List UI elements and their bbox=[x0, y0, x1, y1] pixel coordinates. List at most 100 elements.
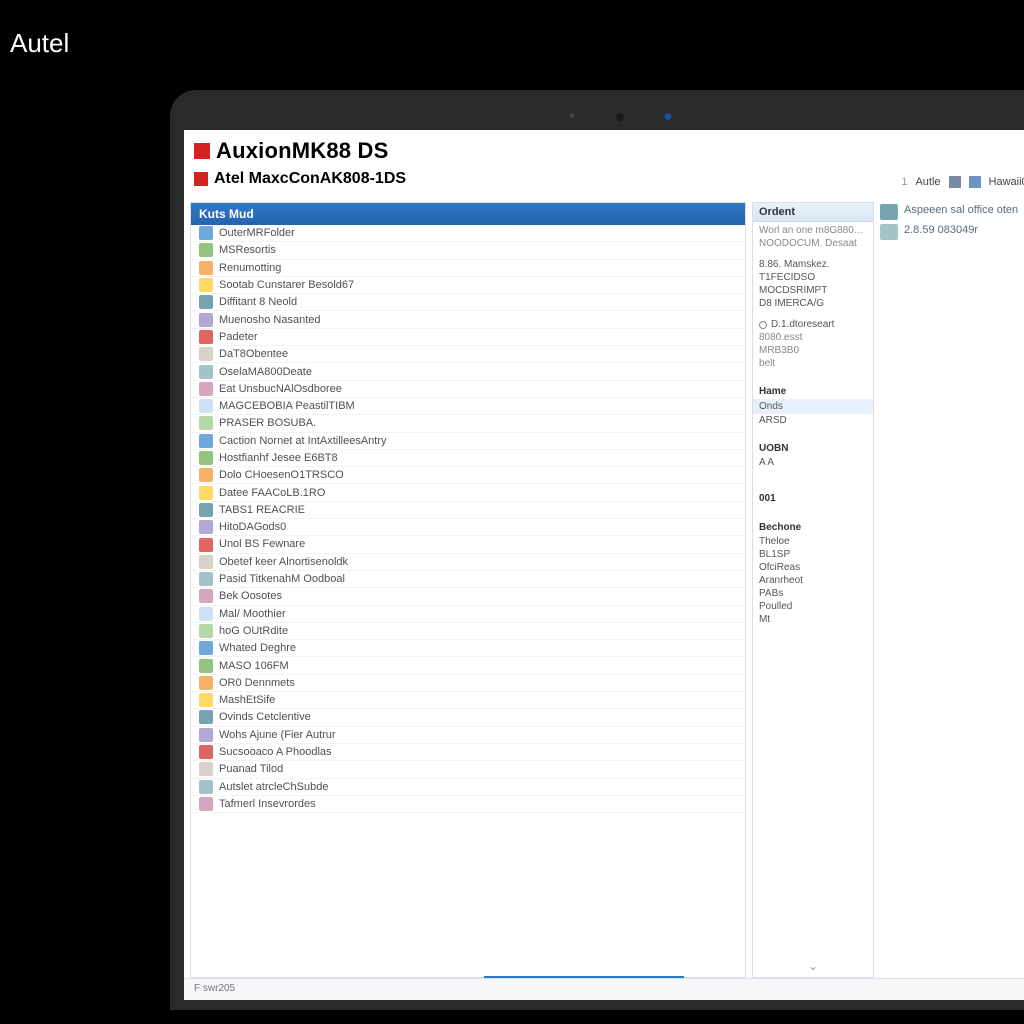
list-item[interactable]: TABS1 REACRIE bbox=[191, 502, 745, 519]
side-item[interactable]: Worl an one m8G880D00 bbox=[759, 224, 867, 237]
item-label: Diffitant 8 Neold bbox=[219, 296, 297, 308]
main-list[interactable]: OuterMRFolderMSResortis Renumotting Sootab… bbox=[191, 225, 745, 977]
item-label: OselaMA800Deate bbox=[219, 366, 312, 378]
item-label: OR0 Dennmets bbox=[219, 677, 295, 689]
list-item[interactable]: MashEtSife bbox=[191, 692, 745, 709]
page-number: 1 bbox=[901, 176, 907, 188]
side-item[interactable]: A A bbox=[759, 456, 867, 469]
side-item[interactable]: PABs bbox=[759, 587, 867, 600]
item-label: Tafmerl Insevrordes bbox=[219, 798, 316, 810]
list-item[interactable]: Padeter bbox=[191, 329, 745, 346]
list-item[interactable]: DaT8Obentee bbox=[191, 346, 745, 363]
item-label: Renumotting bbox=[219, 262, 281, 274]
list-item[interactable]: Tafmerl Insevrordes bbox=[191, 796, 745, 813]
laptop-frame: AuxionMK88 DS Atel MaxcConAK808-1DS 1 Au… bbox=[170, 90, 1024, 1010]
item-icon bbox=[199, 693, 213, 707]
list-item[interactable]: PRASER BOSUBA. bbox=[191, 415, 745, 432]
list-item[interactable]: Pasid TitkenahM Oodboal bbox=[191, 571, 745, 588]
list-item[interactable]: Autslet atrcleChSubde bbox=[191, 779, 745, 796]
toolbar-icon-a[interactable] bbox=[949, 176, 961, 188]
side-item[interactable]: Theloe bbox=[759, 535, 867, 548]
item-icon bbox=[199, 641, 213, 655]
item-icon bbox=[199, 399, 213, 413]
list-item[interactable]: Whated Deghre bbox=[191, 640, 745, 657]
folder-icon bbox=[880, 204, 898, 220]
toolbar-right: 1 Autle Hawaii0508 bbox=[901, 176, 1024, 188]
list-item[interactable]: OselaMA800Deate bbox=[191, 363, 745, 380]
far-item[interactable]: 2.8.59 083049r bbox=[880, 222, 1024, 242]
list-item[interactable]: Unol BS Fewnare bbox=[191, 536, 745, 553]
side-item[interactable]: Poulled bbox=[759, 600, 867, 613]
side-item[interactable]: BL1SP bbox=[759, 548, 867, 561]
side-item[interactable]: MRB3B0 bbox=[759, 344, 867, 357]
toolbar-icon-b[interactable] bbox=[969, 176, 981, 188]
list-item[interactable]: Ovinds Cetclentive bbox=[191, 709, 745, 726]
side-item[interactable]: T1FECIDSO bbox=[759, 271, 867, 284]
list-item[interactable]: Datee FAACoLB.1RO bbox=[191, 484, 745, 501]
toolbar-label-b[interactable]: Hawaii0508 bbox=[989, 176, 1024, 188]
list-item[interactable]: OuterMRFolder bbox=[191, 225, 745, 242]
chevron-down-icon[interactable]: ⌄ bbox=[808, 959, 818, 973]
list-item[interactable]: Caction Nornet at IntAxtilleesAntry bbox=[191, 433, 745, 450]
list-item[interactable]: MSResortis bbox=[191, 242, 745, 259]
side-radio-option[interactable]: D.1.dtoreseart bbox=[759, 318, 867, 331]
item-label: Ovinds Cetclentive bbox=[219, 711, 311, 723]
list-item[interactable]: OR0 Dennmets bbox=[191, 675, 745, 692]
side-item[interactable]: D8 IMERCA/G bbox=[759, 297, 867, 310]
item-icon bbox=[199, 261, 213, 275]
list-item[interactable]: Hostfianhf Jesee E6BT8 bbox=[191, 450, 745, 467]
list-item[interactable]: Dolo CHoesenO1TRSCO bbox=[191, 467, 745, 484]
far-item-label: Aspeeen sal office oten bbox=[904, 204, 1018, 216]
item-icon bbox=[199, 762, 213, 776]
radio-icon[interactable] bbox=[759, 321, 767, 329]
app-title: AuxionMK88 DS bbox=[216, 138, 389, 164]
list-item[interactable]: Bek Oosotes bbox=[191, 588, 745, 605]
list-item[interactable]: Wohs Ajune (Fier Autrur bbox=[191, 727, 745, 744]
side-item[interactable]: NOODOCUM. Desaat bbox=[759, 237, 867, 250]
toolbar-label-a[interactable]: Autle bbox=[915, 176, 940, 188]
list-item[interactable]: Puanad Tilod bbox=[191, 761, 745, 778]
bezel bbox=[184, 104, 1024, 130]
item-icon bbox=[199, 710, 213, 724]
side-item[interactable]: 8.86. Mamskez. bbox=[759, 258, 867, 271]
list-item[interactable]: HitoDAGods0 bbox=[191, 519, 745, 536]
list-item[interactable]: Sootab Cunstarer Besold67 bbox=[191, 277, 745, 294]
mic-dot-icon bbox=[570, 113, 575, 118]
side-item[interactable]: Aranrheot bbox=[759, 574, 867, 587]
side-item[interactable]: belt bbox=[759, 357, 867, 370]
app-subtitle: Atel MaxcConAK808-1DS bbox=[214, 170, 406, 188]
list-item[interactable]: Eat UnsbucNAlOsdboree bbox=[191, 381, 745, 398]
item-icon bbox=[199, 797, 213, 811]
side-item-highlight[interactable]: Onds bbox=[753, 399, 873, 414]
radio-label: D.1.dtoreseart bbox=[771, 319, 834, 330]
main-panel: Kuts Mud OuterMRFolderMSResortisRenumott… bbox=[190, 202, 746, 978]
item-label: HitoDAGods0 bbox=[219, 521, 286, 533]
list-item[interactable]: Diffitant 8 Neold bbox=[191, 294, 745, 311]
side-item[interactable]: MOCDSRIMPT bbox=[759, 284, 867, 297]
brand-label: Autel bbox=[10, 28, 69, 59]
item-icon bbox=[199, 780, 213, 794]
item-label: Obetef keer Alnortisenoldk bbox=[219, 556, 348, 568]
list-item[interactable]: Sucsooaco A Phoodlas bbox=[191, 744, 745, 761]
list-item[interactable]: MAGCEBOBIA PeastilTIBM bbox=[191, 398, 745, 415]
list-item[interactable]: Mal/ Moothier bbox=[191, 606, 745, 623]
item-icon bbox=[199, 243, 213, 257]
item-icon bbox=[199, 486, 213, 500]
far-item[interactable]: Aspeeen sal office oten bbox=[880, 202, 1024, 222]
list-item[interactable]: MASO 106FM bbox=[191, 657, 745, 674]
item-label: Pasid TitkenahM Oodboal bbox=[219, 573, 345, 585]
item-label: Padeter bbox=[219, 331, 258, 343]
item-icon bbox=[199, 538, 213, 552]
side-item[interactable]: Mt bbox=[759, 613, 867, 626]
side-item[interactable]: OfciReas bbox=[759, 561, 867, 574]
list-item[interactable]: hoG OUtRdite bbox=[191, 623, 745, 640]
side-section-b-head: UOBN bbox=[759, 441, 867, 456]
list-item[interactable]: Renumotting bbox=[191, 260, 745, 277]
list-item[interactable]: Muenosho Nasanted bbox=[191, 311, 745, 328]
content-area: Kuts Mud OuterMRFolderMSResortisRenumott… bbox=[184, 202, 1024, 978]
side-item[interactable]: 8080.esst bbox=[759, 331, 867, 344]
side-item[interactable]: ARSD bbox=[759, 414, 867, 427]
list-item[interactable]: Obetef keer Alnortisenoldk bbox=[191, 554, 745, 571]
item-label: Datee FAACoLB.1RO bbox=[219, 487, 325, 499]
side-panel-body: Worl an one m8G880D00NOODOCUM. Desaat 8.… bbox=[753, 222, 873, 977]
